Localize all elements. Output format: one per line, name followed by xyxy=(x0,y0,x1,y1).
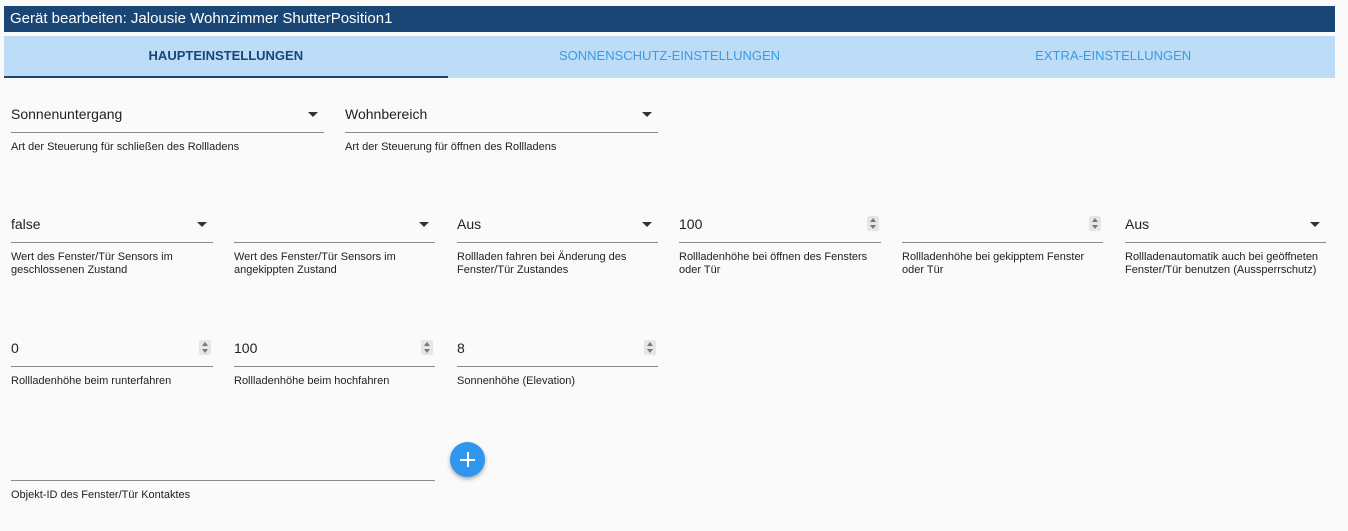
lockout-protection-select[interactable]: Aus xyxy=(1125,209,1326,243)
drive-on-change-value: Aus xyxy=(457,216,482,232)
height-open-window-input[interactable]: 100 xyxy=(679,209,881,243)
plus-icon-vertical xyxy=(466,452,469,467)
close-control-type-select[interactable]: Sonnenuntergang xyxy=(11,99,324,133)
add-button[interactable] xyxy=(450,442,485,477)
chevron-down-icon xyxy=(308,112,318,117)
spinner-icon[interactable] xyxy=(421,340,433,355)
height-down-label: Rollladenhöhe beim runterfahren xyxy=(11,375,172,387)
window-contact-id-label: Objekt-ID des Fenster/Tür Kontaktes xyxy=(11,489,191,501)
tab-extra-einstellungen[interactable]: EXTRA-EINSTELLUNGEN xyxy=(891,36,1335,78)
lockout-protection-label: Rollladenautomatik auch bei geöffneten F… xyxy=(1125,251,1319,276)
dialog-title: Gerät bearbeiten: Jalousie Wohnzimmer Sh… xyxy=(4,6,1335,32)
close-control-type-label: Art der Steuerung für schließen des Roll… xyxy=(11,141,240,153)
drive-on-change-select[interactable]: Aus xyxy=(457,209,658,243)
sensor-tilted-label: Wert des Fenster/Tür Sensors im angekipp… xyxy=(234,251,396,276)
height-tilted-window-field: Rollladenhöhe bei gekipptem Fenster oder… xyxy=(902,209,1103,277)
chevron-down-icon xyxy=(419,222,429,227)
close-control-type-field: Sonnenuntergang Art der Steuerung für sc… xyxy=(11,99,324,154)
spinner-icon[interactable] xyxy=(199,340,211,355)
sensor-closed-label: Wert des Fenster/Tür Sensors im geschlos… xyxy=(11,251,173,276)
tab-sonnenschutz-einstellungen[interactable]: SONNENSCHUTZ-EINSTELLUNGEN xyxy=(448,36,892,78)
drive-on-change-label: Rollladen fahren bei Änderung des Fenste… xyxy=(457,251,627,276)
height-up-field: 100 Rollladenhöhe beim hochfahren xyxy=(234,333,435,388)
drive-on-change-field: Aus Rollladen fahren bei Änderung des Fe… xyxy=(457,209,658,277)
lockout-protection-field: Aus Rollladenautomatik auch bei geöffnet… xyxy=(1125,209,1326,277)
spinner-icon[interactable] xyxy=(644,340,656,355)
height-down-input[interactable]: 0 xyxy=(11,333,213,367)
height-down-value: 0 xyxy=(11,340,19,356)
window-contact-id-input[interactable] xyxy=(11,447,435,481)
sensor-tilted-select[interactable] xyxy=(234,209,435,243)
spinner-icon[interactable] xyxy=(1089,216,1101,231)
sensor-tilted-field: Wert des Fenster/Tür Sensors im angekipp… xyxy=(234,209,435,277)
open-control-type-select[interactable]: Wohnbereich xyxy=(345,99,658,133)
height-down-field: 0 Rollladenhöhe beim runterfahren xyxy=(11,333,213,388)
sensor-closed-select[interactable]: false xyxy=(11,209,213,243)
height-open-window-label: Rollladenhöhe bei öffnen des Fensters od… xyxy=(679,251,868,276)
chevron-down-icon xyxy=(642,112,652,117)
sun-elevation-field: 8 Sonnenhöhe (Elevation) xyxy=(457,333,658,388)
open-control-type-field: Wohnbereich Art der Steuerung für öffnen… xyxy=(345,99,658,154)
sun-elevation-input[interactable]: 8 xyxy=(457,333,658,367)
chevron-down-icon xyxy=(1310,222,1320,227)
sensor-closed-field: false Wert des Fenster/Tür Sensors im ge… xyxy=(11,209,213,277)
spinner-icon[interactable] xyxy=(867,216,879,231)
height-up-label: Rollladenhöhe beim hochfahren xyxy=(234,375,390,387)
height-tilted-window-input[interactable] xyxy=(902,209,1103,243)
tab-haupteinstellungen[interactable]: HAUPTEINSTELLUNGEN xyxy=(4,36,448,78)
height-tilted-window-label: Rollladenhöhe bei gekipptem Fenster oder… xyxy=(902,251,1085,276)
height-open-window-field: 100 Rollladenhöhe bei öffnen des Fenster… xyxy=(679,209,881,277)
sun-elevation-label: Sonnenhöhe (Elevation) xyxy=(457,375,576,387)
tab-bar: HAUPTEINSTELLUNGEN SONNENSCHUTZ-EINSTELL… xyxy=(4,36,1335,78)
sun-elevation-value: 8 xyxy=(457,340,465,356)
sensor-closed-value: false xyxy=(11,216,41,232)
height-up-input[interactable]: 100 xyxy=(234,333,435,367)
chevron-down-icon xyxy=(197,222,207,227)
open-control-type-value: Wohnbereich xyxy=(345,106,428,122)
open-control-type-label: Art der Steuerung für öffnen des Rolllad… xyxy=(345,141,557,153)
window-contact-id-field: Objekt-ID des Fenster/Tür Kontaktes xyxy=(11,447,435,502)
height-up-value: 100 xyxy=(234,340,258,356)
height-open-window-value: 100 xyxy=(679,216,703,232)
close-control-type-value: Sonnenuntergang xyxy=(11,106,123,122)
lockout-protection-value: Aus xyxy=(1125,216,1150,232)
chevron-down-icon xyxy=(642,222,652,227)
